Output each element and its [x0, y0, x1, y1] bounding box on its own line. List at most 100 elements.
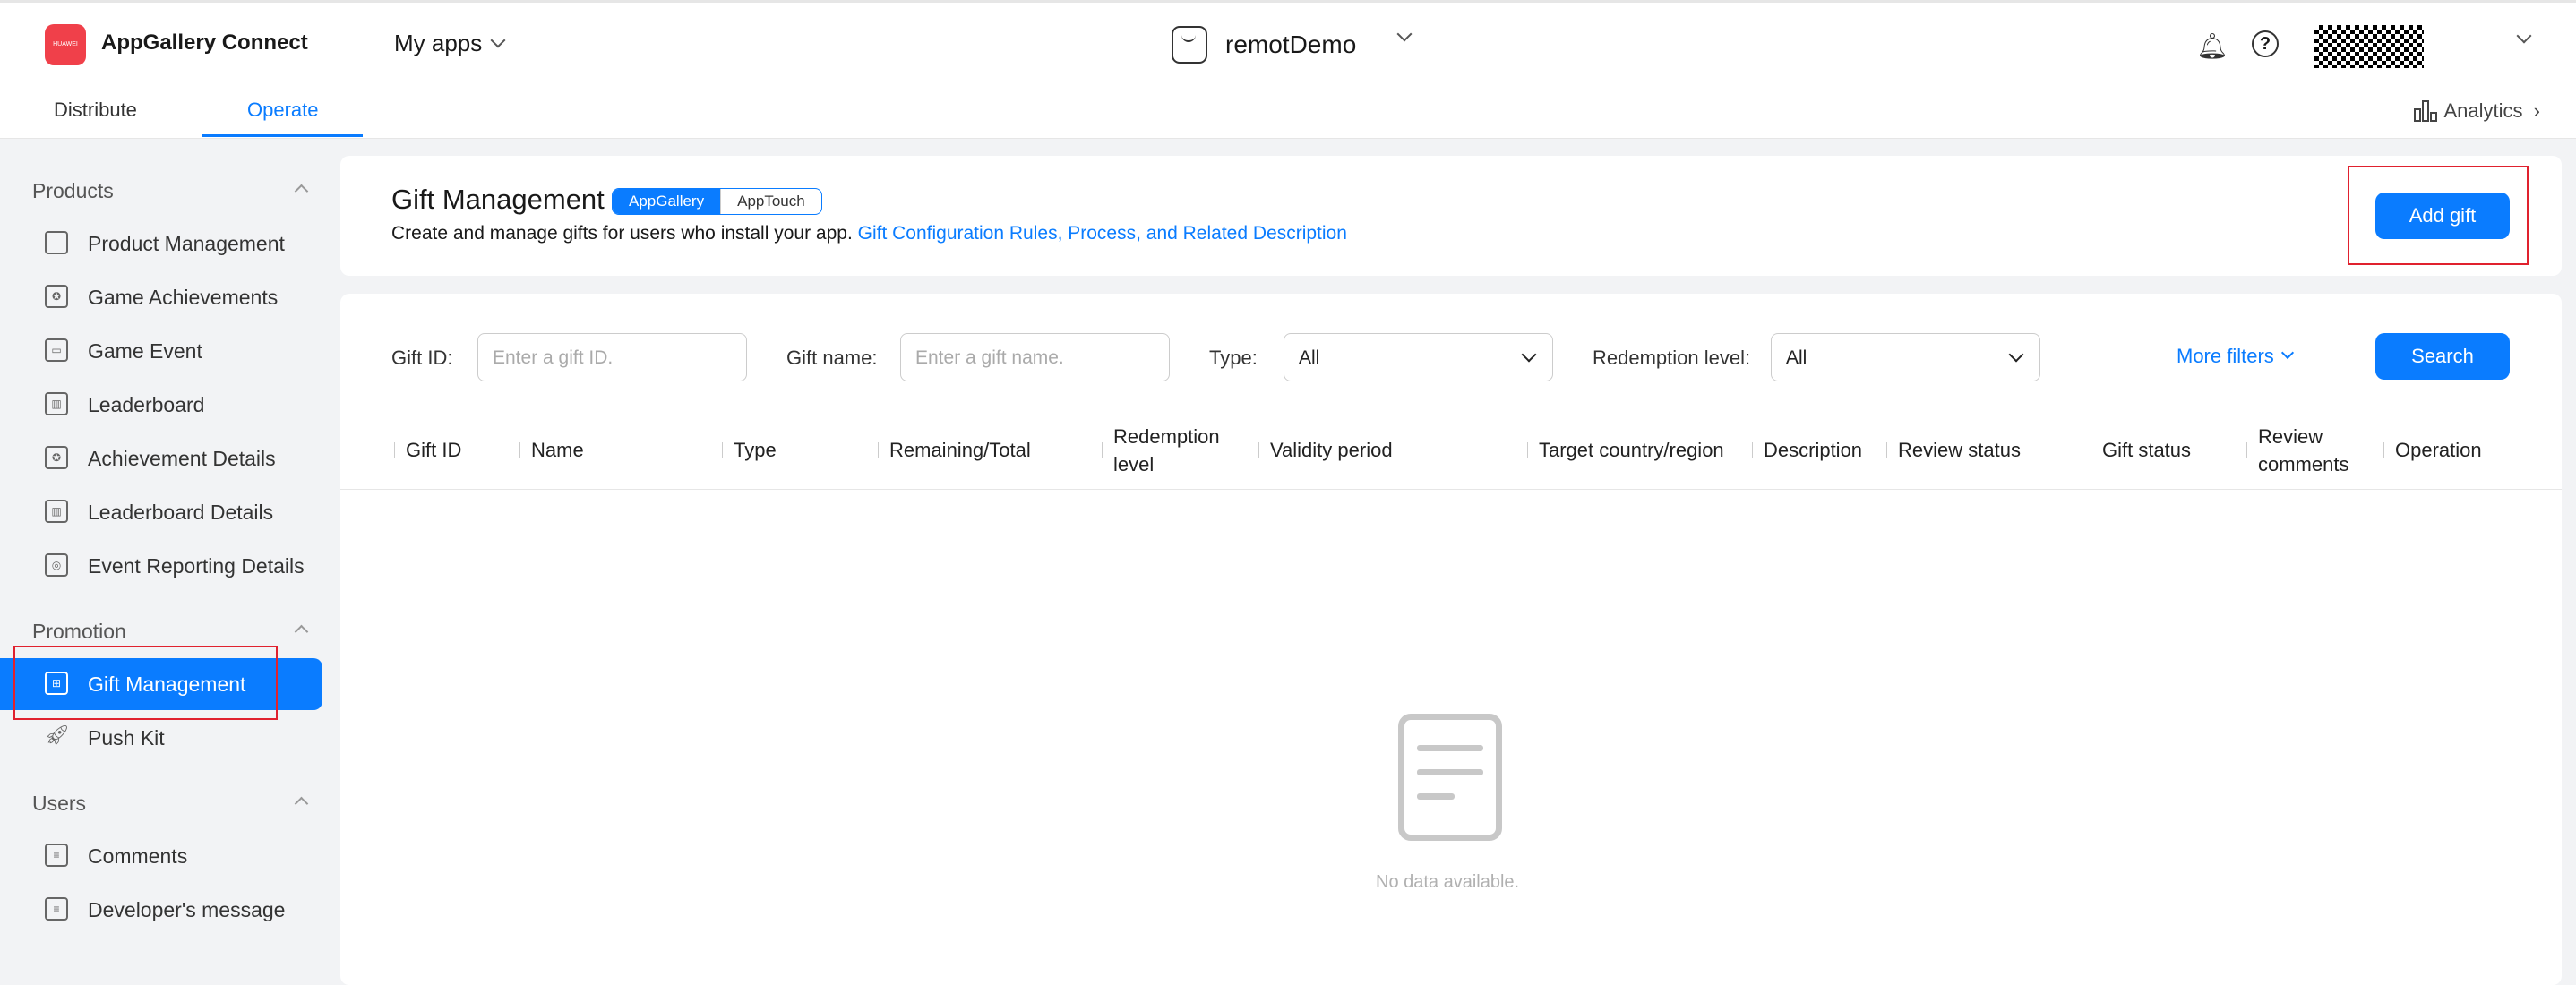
highlight-box-add-gift [2348, 166, 2529, 265]
page-title: Gift Management [391, 184, 605, 215]
medal-icon: ✪ [45, 285, 68, 308]
sidebar-item-event-reporting-details[interactable]: ◎ Event Reporting Details [0, 540, 322, 592]
sidebar-item-label: Developer's message [88, 898, 286, 921]
column-review-status: Review status [1898, 439, 2021, 461]
column-separator [2246, 442, 2247, 458]
page-header-panel [340, 156, 2562, 276]
description-text: Create and manage gifts for users who in… [391, 223, 853, 244]
sidebar-item-label: Leaderboard [88, 393, 205, 416]
column-separator [394, 442, 395, 458]
message-icon: ≡ [45, 897, 68, 921]
user-avatar[interactable] [2314, 25, 2424, 68]
sidebar-item-leaderboard[interactable]: ▥ Leaderboard [0, 379, 322, 431]
sidebar-item-label: Game Event [88, 339, 202, 363]
highlight-box-gift-management [13, 646, 278, 720]
account-dropdown[interactable] [2508, 28, 2532, 51]
sidebar-item-label: Event Reporting Details [88, 554, 305, 578]
sidebar-item-label: Comments [88, 844, 188, 868]
briefcase-icon [45, 231, 68, 254]
table-header [340, 414, 2562, 490]
help-icon[interactable]: ? [2252, 30, 2279, 57]
column-separator [1527, 442, 1528, 458]
tab-operate[interactable]: Operate [247, 98, 319, 122]
page-description: Create and manage gifts for users who in… [391, 223, 1347, 244]
sidebar-item-developers-message[interactable]: ≡ Developer's message [0, 884, 322, 936]
brand-name: AppGallery Connect [101, 30, 308, 55]
bar-chart-icon [2413, 100, 2437, 122]
column-operation: Operation [2395, 439, 2482, 461]
tab-distribute[interactable]: Distribute [54, 98, 137, 122]
chevron-down-icon [1396, 26, 1413, 42]
my-apps-label: My apps [394, 30, 483, 56]
gift-id-input[interactable]: Enter a gift ID. [477, 333, 747, 381]
sidebar-item-product-management[interactable]: Product Management [0, 218, 322, 270]
segment-appgallery[interactable]: AppGallery [613, 189, 721, 214]
segment-apptouch[interactable]: AppTouch [720, 189, 821, 214]
section-title: Promotion [32, 620, 126, 643]
chevron-down-icon [490, 32, 506, 48]
chevron-up-icon [294, 796, 309, 811]
notification-bell-icon[interactable]: 🔔︎ [2196, 31, 2228, 61]
column-separator [1752, 442, 1753, 458]
column-name: Name [531, 439, 584, 461]
chevron-down-icon [2516, 28, 2532, 44]
column-separator [1886, 442, 1887, 458]
chevron-up-icon [294, 184, 309, 199]
sidebar-item-achievement-details[interactable]: ✪ Achievement Details [0, 433, 322, 484]
column-gift-id: Gift ID [406, 439, 462, 461]
gift-rules-link[interactable]: Gift Configuration Rules, Process, and R… [858, 223, 1347, 244]
leaderboard-icon: ▥ [45, 392, 68, 415]
sidebar-item-label: Product Management [88, 232, 285, 255]
empty-document-icon [1398, 714, 1502, 841]
sidebar-item-game-event[interactable]: ▭ Game Event [0, 325, 322, 377]
sidebar-item-label: Push Kit [88, 726, 165, 749]
chevron-down-icon [2280, 346, 2294, 360]
app-name[interactable]: remotDemo [1225, 30, 1356, 59]
column-redemption-level: Redemption level [1113, 425, 1220, 475]
type-select[interactable]: All [1284, 333, 1553, 381]
sidebar-item-label: Achievement Details [88, 447, 276, 470]
chevron-right-icon: › [2533, 99, 2540, 122]
gift-name-input[interactable]: Enter a gift name. [900, 333, 1170, 381]
active-tab-indicator [202, 134, 363, 137]
sidebar-item-leaderboard-details[interactable]: ▥ Leaderboard Details [0, 486, 322, 538]
more-filters-button[interactable]: More filters [2177, 345, 2294, 368]
medal-details-icon: ✪ [45, 446, 68, 469]
top-bar: HUAWEI AppGallery Connect My apps remotD… [0, 0, 2576, 82]
column-remaining-total: Remaining/Total [889, 439, 1031, 461]
app-switch-dropdown[interactable] [1388, 26, 1413, 49]
column-separator [1102, 442, 1103, 458]
sub-navigation: Distribute Operate Analytics › [0, 82, 2576, 139]
column-type: Type [734, 439, 777, 461]
rocket-icon: 🚀︎ [45, 724, 70, 746]
my-apps-dropdown[interactable]: My apps [394, 30, 506, 57]
section-title: Products [32, 179, 114, 202]
analytics-link[interactable]: Analytics › [2413, 98, 2540, 123]
comment-icon: ≡ [45, 844, 68, 867]
platform-segment: AppGallery AppTouch [612, 188, 822, 215]
type-label: Type: [1209, 347, 1258, 369]
column-description: Description [1764, 439, 1863, 461]
gift-id-label: Gift ID: [391, 347, 453, 369]
sidebar-section-products[interactable]: Products [32, 179, 309, 203]
sidebar-section-users[interactable]: Users [32, 792, 309, 816]
sidebar-item-label: Leaderboard Details [88, 501, 274, 524]
search-button[interactable]: Search [2375, 333, 2510, 380]
leaderboard-details-icon: ▥ [45, 500, 68, 523]
column-separator [519, 442, 520, 458]
column-validity-period: Validity period [1270, 439, 1393, 461]
column-separator [878, 442, 879, 458]
redemption-level-select[interactable]: All [1771, 333, 2040, 381]
type-value: All [1299, 347, 1320, 368]
sidebar-item-game-achievements[interactable]: ✪ Game Achievements [0, 271, 322, 323]
sidebar-section-promotion[interactable]: Promotion [32, 620, 309, 644]
app-icon [1172, 26, 1207, 64]
chevron-down-icon [1521, 347, 1537, 363]
empty-state-text: No data available. [1376, 872, 1520, 892]
huawei-logo[interactable]: HUAWEI [45, 24, 86, 65]
sidebar-item-comments[interactable]: ≡ Comments [0, 830, 322, 882]
section-title: Users [32, 792, 87, 815]
event-icon: ▭ [45, 338, 68, 362]
column-separator [1258, 442, 1259, 458]
analytics-label: Analytics [2443, 99, 2523, 122]
